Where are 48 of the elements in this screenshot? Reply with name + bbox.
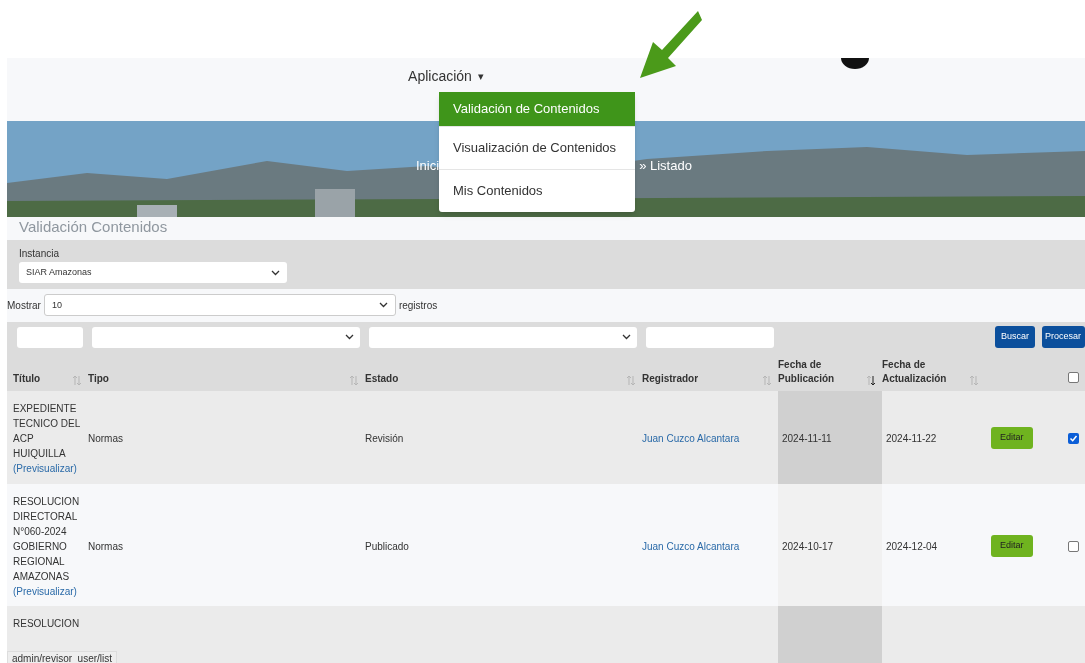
- registrar-link[interactable]: Juan Cuzco Alcantara: [642, 538, 740, 554]
- status-text: Publicado: [365, 539, 409, 554]
- type-text: Normas: [88, 539, 123, 554]
- chevron-icon[interactable]: [622, 334, 631, 341]
- title-text: RESOLUCION: [13, 616, 81, 631]
- date-text: 2024-12-04: [886, 539, 938, 554]
- registrar-filter-field[interactable]: [646, 326, 774, 348]
- page-title: Validación Contenidos: [19, 218, 168, 236]
- sort-icon[interactable]: [866, 374, 876, 386]
- table-cell: 2024-10-17: [778, 483, 882, 609]
- breadcrumb-current: » Listado: [639, 157, 692, 176]
- application-menu[interactable]: Aplicación ▾: [404, 66, 488, 87]
- action-button[interactable]: Buscar: [995, 326, 1035, 349]
- table-cell: 2024-11-11: [778, 390, 882, 486]
- date-text: 2024-11-22: [886, 431, 937, 446]
- select-all-checkbox[interactable]: [1067, 371, 1079, 383]
- action-button[interactable]: Procesar: [1042, 326, 1085, 349]
- preview-link[interactable]: (Previsualizar): [13, 460, 84, 476]
- menu-item[interactable]: Visualización de Contenidos: [439, 126, 635, 169]
- chevron-icon[interactable]: [378, 302, 388, 309]
- column-header[interactable]: Estado: [365, 371, 399, 386]
- chevron-icon[interactable]: [271, 269, 280, 276]
- user-avatar-icon[interactable]: [841, 58, 869, 69]
- menu-item[interactable]: Mis Contenidos: [439, 169, 635, 212]
- title-filter-field[interactable]: [17, 326, 83, 348]
- type-text: Normas: [88, 431, 123, 446]
- edit-button[interactable]: Editar: [991, 427, 1033, 450]
- menu-item[interactable]: Validación de Contenidos: [439, 92, 635, 126]
- status-text: Revisión: [365, 431, 404, 446]
- row-checkbox[interactable]: [1067, 540, 1079, 552]
- registrar-link[interactable]: Juan Cuzco Alcantara: [642, 430, 740, 446]
- show-label: Mostrar: [7, 299, 41, 313]
- preview-link[interactable]: (Previsualizar): [13, 583, 84, 599]
- instance-label: Instancia: [19, 248, 60, 260]
- instance-select[interactable]: SIAR Amazonas: [19, 262, 287, 284]
- page-length-select[interactable]: 10: [43, 294, 396, 317]
- title-text: RESOLUCION DIRECTORAL N°060-2024 GOBIERNO REGIONAL AMAZONAS: [13, 494, 81, 584]
- breadcrumb-link[interactable]: Inici: [416, 156, 440, 176]
- column-header[interactable]: Fecha de Publicación: [778, 357, 848, 386]
- column-header[interactable]: Título: [13, 371, 41, 386]
- row-checkbox[interactable]: [1067, 432, 1079, 444]
- title-text: EXPEDIENTE TECNICO DEL ACP HUIQUILLA: [13, 401, 81, 461]
- edit-button[interactable]: Editar: [991, 535, 1033, 558]
- records-label: registros: [398, 299, 438, 313]
- column-header[interactable]: Registrador: [642, 371, 699, 386]
- column-header[interactable]: Tipo: [88, 371, 109, 386]
- chevron-icon[interactable]: [345, 334, 354, 341]
- column-header[interactable]: Fecha de Actualización: [882, 357, 952, 386]
